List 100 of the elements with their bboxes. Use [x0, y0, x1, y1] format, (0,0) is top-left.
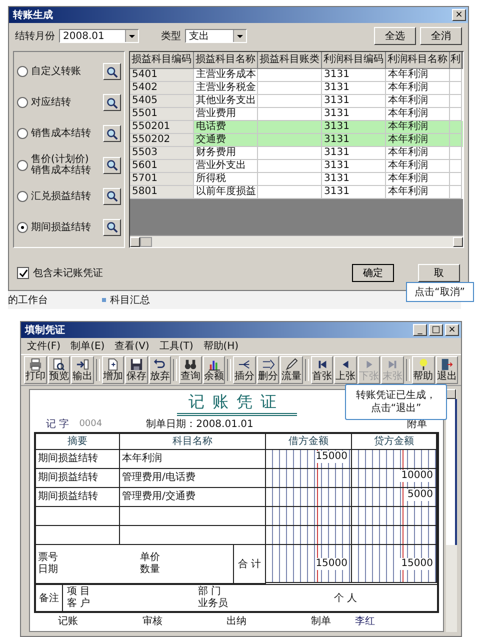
table-cell: 期间损益结转: [36, 469, 120, 488]
caret-icon: [125, 30, 138, 42]
table-cell: 期间损益结转: [36, 488, 120, 507]
table-cell: 15000: [266, 450, 352, 469]
column-header: 利润科目名称: [386, 52, 450, 69]
window-button[interactable]: □: [429, 324, 443, 336]
binoculars-icon: [184, 358, 197, 371]
menu-item[interactable]: 查看(V): [114, 339, 150, 353]
column-header: 损益科目编码: [130, 52, 194, 69]
field-label: 数量: [140, 564, 160, 576]
field-label: 备注: [36, 585, 63, 611]
toolbar-button[interactable]: 保存: [125, 356, 148, 384]
workbench-label: 的工作台: [8, 294, 48, 307]
toolbar-button[interactable]: 删分: [256, 356, 280, 384]
menu-item[interactable]: 帮助(H): [203, 339, 239, 353]
search-button[interactable]: [103, 94, 121, 112]
search-button[interactable]: [103, 63, 121, 80]
search-button[interactable]: [103, 156, 121, 174]
toolbar-button[interactable]: 预览: [48, 356, 70, 384]
table-cell: 期间损益结转: [36, 450, 120, 469]
option-label: 销售成本结转: [31, 128, 92, 140]
table-cell: 15000: [352, 545, 437, 583]
option-label: 售价(计划价) 销售成本结转: [31, 154, 92, 176]
field-label: 个 人: [334, 592, 357, 605]
table-cell: 管理费用/交通费: [120, 488, 266, 507]
table-cell: 5801: [130, 186, 194, 199]
table-cell: 本年利润: [120, 450, 266, 469]
search-button[interactable]: [103, 188, 121, 205]
window-button[interactable]: ×: [445, 324, 459, 336]
table-cell: 15000: [266, 545, 352, 583]
signature-label: 记账: [58, 614, 78, 628]
callout-tooltip: 点击“取消”: [406, 282, 474, 302]
toolbar-button[interactable]: 增加: [102, 356, 124, 384]
field-label: 日期: [38, 564, 58, 576]
search-button[interactable]: [103, 125, 121, 142]
type-dropdown[interactable]: 支出: [185, 29, 247, 43]
callout-tooltip: 转账凭证已生成， 点击“退出”: [345, 384, 447, 420]
menu-item[interactable]: 制单(E): [70, 339, 105, 353]
radio-button[interactable]: [17, 128, 28, 140]
option-label: 汇兑损益结转: [31, 190, 92, 202]
ok-button[interactable]: 确定: [352, 264, 394, 282]
column-header: 借方金额: [266, 434, 352, 450]
column-header: 利润科目编码: [322, 52, 386, 69]
save-icon: [130, 358, 143, 371]
toolbar-button[interactable]: 余额: [202, 356, 226, 384]
table-cell: 550202: [130, 134, 194, 147]
toolbar-button[interactable]: 帮助: [412, 356, 435, 384]
table-cell: 3131: [322, 186, 386, 199]
field-label: 业务员: [198, 598, 228, 610]
toolbar-button[interactable]: 退出: [436, 356, 458, 384]
new-document-icon: [106, 358, 120, 371]
radio-button[interactable]: [17, 190, 28, 202]
window-button[interactable]: _: [413, 324, 427, 336]
nav-item[interactable]: 科目汇总: [110, 293, 150, 307]
toolbar-button[interactable]: 输出: [71, 356, 94, 384]
arrow-icon: [262, 358, 275, 371]
toolbar-button[interactable]: 放弃: [148, 356, 172, 384]
table-cell: 10000: [352, 469, 437, 488]
checkbox[interactable]: [17, 267, 29, 279]
table-cell: 5401: [130, 69, 194, 82]
column-header: 科目名称: [120, 434, 266, 450]
bullet-icon: [102, 298, 106, 302]
printer-icon: [28, 358, 42, 371]
column-header: 摘要: [36, 434, 120, 450]
table-cell: 5501: [130, 108, 194, 121]
document-magnifier-icon: [52, 358, 66, 371]
cancel-button[interactable]: 取: [418, 264, 460, 282]
column-header: 利: [450, 52, 462, 69]
radio-button[interactable]: [17, 222, 28, 233]
table-cell: 5405: [130, 95, 194, 108]
radio-button[interactable]: [17, 97, 28, 108]
toolbar-button[interactable]: 插分: [233, 356, 256, 384]
horizontal-scrollbar[interactable]: [130, 235, 463, 247]
dialog-button[interactable]: 全选: [374, 27, 416, 45]
toolbar-button[interactable]: 打印: [24, 356, 47, 384]
toolbar-button[interactable]: 首张: [310, 356, 334, 384]
month-dropdown[interactable]: 2008.01: [59, 29, 139, 43]
table-cell: 5601: [130, 160, 194, 173]
radio-button[interactable]: [17, 66, 28, 78]
table-cell: 管理费用/电话费: [120, 469, 266, 488]
table-cell: 5000: [352, 488, 437, 507]
search-icon: [106, 159, 118, 172]
export-icon: [76, 358, 89, 371]
field-label: 单价: [140, 552, 160, 564]
radio-button[interactable]: [17, 160, 28, 171]
vertical-scrollbar[interactable]: [446, 389, 457, 632]
search-icon: [106, 128, 118, 140]
field-label: 结转月份: [15, 30, 55, 43]
dialog-button[interactable]: 全消: [420, 27, 462, 45]
field-label: 类型: [161, 30, 181, 43]
menu-item[interactable]: 工具(T): [159, 339, 194, 353]
toolbar-button[interactable]: 查询: [179, 356, 202, 384]
toolbar-button[interactable]: 上张: [334, 356, 357, 384]
toolbar-button[interactable]: 流量: [280, 356, 303, 384]
close-button[interactable]: ×: [452, 9, 466, 21]
search-button[interactable]: [103, 218, 121, 236]
search-icon: [106, 66, 118, 78]
menu-item[interactable]: 文件(F): [27, 339, 61, 353]
voucher-title: 记账凭证: [176, 392, 296, 416]
signer-name: 李红: [355, 614, 375, 628]
